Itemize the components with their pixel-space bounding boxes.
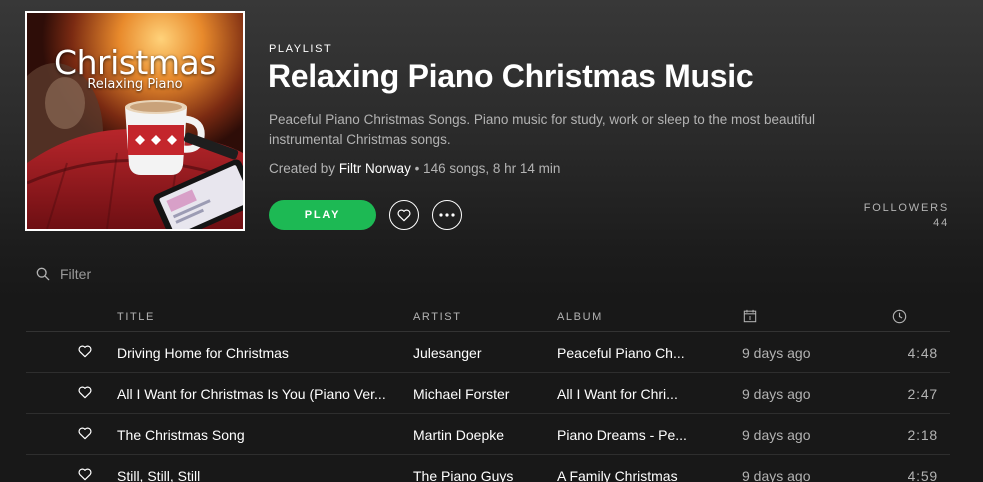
save-track-button[interactable]: [77, 343, 93, 362]
track-list-header: TITLE ARTIST ALBUM: [26, 300, 950, 332]
heart-icon: [397, 209, 411, 222]
playlist-cover[interactable]: Christmas Relaxing Piano: [25, 11, 245, 231]
column-header-title[interactable]: TITLE: [117, 311, 155, 323]
track-artist[interactable]: Julesanger: [413, 345, 541, 361]
play-button[interactable]: PLAY: [269, 200, 376, 230]
cover-subtitle-text: Relaxing Piano: [87, 77, 183, 92]
save-track-button[interactable]: [77, 466, 93, 482]
track-date-added: 9 days ago: [742, 345, 811, 361]
track-row[interactable]: The Christmas Song Martin Doepke Piano D…: [26, 414, 950, 455]
track-list: TITLE ARTIST ALBUM Driving Home for Chri…: [26, 300, 950, 482]
track-duration: 2:47: [907, 386, 938, 402]
heart-icon: [78, 427, 92, 440]
track-title[interactable]: Driving Home for Christmas: [117, 345, 399, 361]
track-album[interactable]: Piano Dreams - Pe...: [557, 427, 697, 443]
playlist-meta: Created by Filtr Norway • 146 songs, 8 h…: [269, 161, 560, 176]
track-album[interactable]: A Family Christmas: [557, 468, 697, 482]
track-title[interactable]: All I Want for Christmas Is You (Piano V…: [117, 386, 399, 402]
playlist-stats: • 146 songs, 8 hr 14 min: [410, 161, 561, 176]
track-row[interactable]: Still, Still, Still The Piano Guys A Fam…: [26, 455, 950, 482]
save-track-button[interactable]: [77, 425, 93, 444]
save-track-button[interactable]: [77, 384, 93, 403]
column-header-duration[interactable]: [892, 309, 907, 327]
more-options-button[interactable]: [432, 200, 462, 230]
column-header-date-added[interactable]: [743, 309, 757, 326]
track-row[interactable]: Driving Home for Christmas Julesanger Pe…: [26, 332, 950, 373]
created-by-label: Created by: [269, 161, 336, 176]
track-album[interactable]: Peaceful Piano Ch...: [557, 345, 697, 361]
track-artist[interactable]: Martin Doepke: [413, 427, 541, 443]
page-title: Relaxing Piano Christmas Music: [268, 58, 754, 94]
track-artist[interactable]: The Piano Guys: [413, 468, 541, 482]
followers-label: FOLLOWERS: [863, 202, 949, 214]
track-artist[interactable]: Michael Forster: [413, 386, 541, 402]
column-header-album[interactable]: ALBUM: [557, 311, 603, 323]
track-title[interactable]: The Christmas Song: [117, 427, 399, 443]
heart-icon: [78, 345, 92, 358]
track-date-added: 9 days ago: [742, 468, 811, 482]
track-duration: 2:18: [907, 427, 938, 443]
track-date-added: 9 days ago: [742, 386, 811, 402]
playlist-description: Peaceful Piano Christmas Songs. Piano mu…: [269, 112, 816, 147]
track-duration: 4:48: [907, 345, 938, 361]
more-icon: [439, 213, 455, 217]
filter-input[interactable]: [60, 266, 240, 282]
track-title[interactable]: Still, Still, Still: [117, 468, 399, 482]
owner-link[interactable]: Filtr Norway: [339, 161, 411, 176]
calendar-icon: [743, 309, 757, 323]
track-duration: 4:59: [907, 468, 938, 482]
filter-box[interactable]: [36, 266, 240, 282]
heart-icon: [78, 468, 92, 481]
heart-icon: [78, 386, 92, 399]
save-playlist-button[interactable]: [389, 200, 419, 230]
track-date-added: 9 days ago: [742, 427, 811, 443]
search-icon: [36, 267, 50, 281]
playlist-type-label: PLAYLIST: [269, 43, 333, 55]
clock-icon: [892, 309, 907, 324]
column-header-artist[interactable]: ARTIST: [413, 311, 462, 323]
track-album[interactable]: All I Want for Chri...: [557, 386, 697, 402]
track-row[interactable]: All I Want for Christmas Is You (Piano V…: [26, 373, 950, 414]
followers-count: 44: [933, 217, 949, 229]
